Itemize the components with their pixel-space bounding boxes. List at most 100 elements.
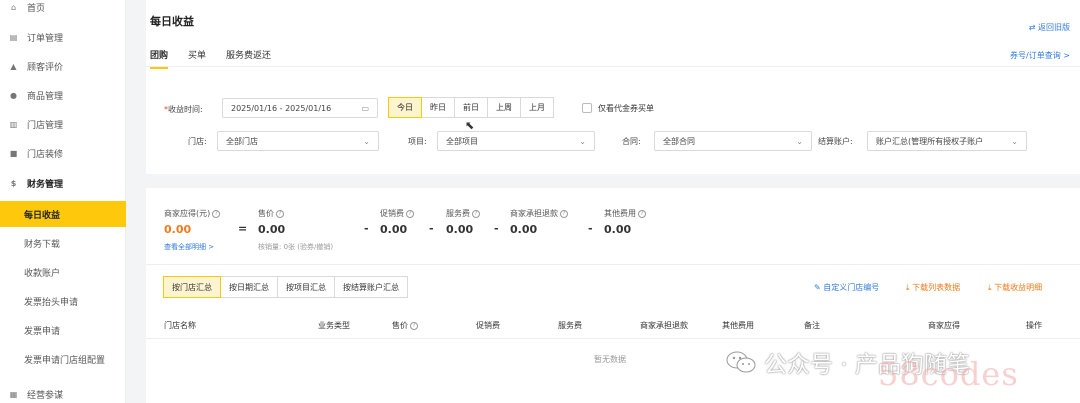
metric-label: 促销费	[380, 209, 404, 218]
column-header: 业务类型	[318, 321, 350, 330]
sidebar-item-goods[interactable]: ● 商品管理	[0, 82, 126, 108]
metric-label: 商家承担退款	[510, 209, 558, 218]
quick-date-last-month[interactable]: 上月	[520, 97, 554, 118]
voucher-order-query-link[interactable]: 券号/订单查询 >	[1010, 50, 1070, 61]
back-to-old-version-link[interactable]: ⇄ 返回旧版	[1029, 22, 1070, 33]
quick-date-yesterday[interactable]: 昨日	[421, 97, 455, 118]
custom-store-number-button[interactable]: ✎ 自定义门店编号	[814, 282, 879, 293]
contract-select-value: 全部合同	[663, 136, 695, 146]
empty-state: 暂无数据	[594, 355, 626, 364]
chevron-down-icon: ⌄	[579, 137, 586, 146]
chevron-down-icon: ⌄	[363, 137, 370, 146]
tab-divider	[146, 66, 1080, 67]
info-icon[interactable]: ?	[472, 209, 480, 218]
minus-operator: -	[429, 222, 434, 235]
info-icon[interactable]: ?	[406, 209, 414, 218]
quick-date-today[interactable]: 今日	[388, 97, 422, 118]
section-divider	[146, 264, 1080, 265]
voucher-only-label: 仅看代金券买单	[598, 104, 654, 113]
info-icon[interactable]: ?	[276, 209, 284, 218]
sidebar-item-orders[interactable]: ▤ 订单管理	[0, 24, 126, 50]
column-header: 备注	[804, 321, 820, 330]
metric-label: 售价	[258, 209, 274, 218]
store-select-value: 全部门店	[226, 136, 258, 146]
sidebar-item-label: 门店装修	[27, 149, 64, 160]
metric-promo-fee: 促销费? 0.00	[380, 208, 414, 236]
metric-value: 0.00	[510, 223, 538, 236]
column-header: 门店名称	[164, 321, 196, 330]
sidebar-subitem-label: 财务下载	[24, 239, 61, 250]
sidebar-item-reviews[interactable]: ▲ 顾客评价	[0, 53, 126, 79]
sidebar-item-stores[interactable]: ▥ 门店管理	[0, 111, 126, 137]
info-icon[interactable]: ?	[212, 209, 221, 218]
tab-by-account[interactable]: 按结算账户汇总	[334, 276, 408, 298]
store-label: 门店:	[188, 137, 207, 146]
info-icon[interactable]: ?	[560, 209, 568, 218]
metric-merchant-refund: 商家承担退款? 0.00	[510, 208, 568, 236]
quick-date-day-before[interactable]: 前日	[454, 97, 488, 118]
summary-tab-group: 按门店汇总 按日期汇总 按项目汇总 按结算账户汇总	[163, 276, 408, 298]
sidebar-item-label: 订单管理	[27, 33, 64, 44]
store-select[interactable]: 全部门店 ⌄	[217, 131, 379, 151]
view-all-details-link[interactable]: 查看全部明细 >	[164, 242, 214, 252]
column-header: 商家承担退款	[640, 321, 688, 330]
download-list-button[interactable]: ⤓ 下载列表数据	[906, 282, 960, 293]
download-detail-button[interactable]: ⤓ 下载收益明细	[988, 282, 1042, 293]
info-icon[interactable]: ?	[638, 209, 646, 218]
sidebar-item-label: 门店管理	[27, 120, 64, 131]
page-title: 每日收益	[150, 15, 194, 28]
metric-merchant-due: 商家应得(元)? 0.00	[164, 208, 221, 236]
minus-operator: -	[364, 222, 369, 235]
column-header: 促销费	[476, 321, 500, 330]
project-label: 项目:	[408, 137, 427, 146]
metric-value: 0.00	[604, 223, 632, 236]
sidebar-subitem-invoice-store-config[interactable]: 发票申请门店组配置	[0, 346, 126, 372]
sidebar-item-finance[interactable]: $ 财务管理	[0, 170, 126, 196]
tab-by-date[interactable]: 按日期汇总	[220, 276, 278, 298]
sidebar-subitem-label: 发票抬头申请	[24, 297, 79, 308]
date-range-input[interactable]: 2025/01/16 - 2025/01/16 ▭	[222, 98, 378, 118]
sidebar-subitem-label: 发票申请	[24, 326, 61, 337]
sidebar-subitem-label: 每日收益	[24, 210, 61, 221]
quick-date-last-week[interactable]: 上周	[487, 97, 521, 118]
voucher-only-checkbox[interactable]	[582, 103, 592, 113]
column-header: 操作	[1026, 321, 1042, 330]
sidebar-subitem-daily-income[interactable]: 每日收益	[0, 201, 126, 227]
sidebar-item-business-advisor[interactable]: ▦ 经营参谋	[0, 381, 126, 403]
sidebar-item-home[interactable]: ⌂ 首页	[0, 0, 126, 20]
sidebar-item-decor[interactable]: ■ 门店装修	[0, 140, 126, 166]
sidebar-item-label: 财务管理	[27, 179, 64, 190]
contract-label: 合同:	[622, 137, 641, 146]
wechat-icon	[726, 351, 756, 373]
tab-by-project[interactable]: 按项目汇总	[277, 276, 335, 298]
date-range-value: 2025/01/16 - 2025/01/16	[231, 103, 332, 113]
minus-operator: -	[588, 222, 593, 235]
sidebar-subitem-receiving-account[interactable]: 收款账户	[0, 259, 126, 285]
tab-by-store[interactable]: 按门店汇总	[163, 276, 221, 298]
site-watermark: 58codes	[878, 355, 1019, 393]
order-icon: ▤	[9, 32, 18, 42]
sidebar-item-label: 首页	[27, 3, 46, 14]
sidebar-subitem-label: 收款账户	[24, 268, 61, 279]
goods-icon: ●	[10, 90, 17, 100]
home-icon: ⌂	[10, 2, 17, 12]
column-header: 售价?	[392, 320, 418, 331]
sidebar: ⌂ 首页 ▤ 订单管理 ▲ 顾客评价 ● 商品管理 ▥ 门店管理 ■ 门店装修 …	[0, 0, 126, 403]
metric-label: 服务费	[446, 209, 470, 218]
column-header: 商家应得	[928, 321, 960, 330]
sidebar-subitem-invoice-title[interactable]: 发票抬头申请	[0, 288, 126, 314]
account-select-value: 账户汇总(管理所有授权子账户	[876, 136, 984, 146]
account-select[interactable]: 账户汇总(管理所有授权子账户 ⌄	[867, 131, 1027, 151]
thumb-icon: ▲	[10, 61, 17, 71]
contract-select[interactable]: 全部合同 ⌄	[654, 131, 812, 151]
store-icon: ▥	[9, 119, 18, 129]
info-icon[interactable]: ?	[410, 321, 418, 330]
metric-value: 0.00	[164, 223, 192, 236]
minus-operator: -	[494, 222, 499, 235]
sidebar-subitem-invoice-apply[interactable]: 发票申请	[0, 317, 126, 343]
filter-card: 每日收益 ⇄ 返回旧版 团购 买单 服务费返还 券号/订单查询 > *收益时间:…	[146, 0, 1080, 174]
calendar-icon: ▭	[361, 104, 369, 113]
project-select[interactable]: 全部项目 ⌄	[437, 131, 595, 151]
sidebar-subitem-finance-download[interactable]: 财务下载	[0, 230, 126, 256]
chevron-down-icon: ⌄	[1011, 137, 1018, 146]
